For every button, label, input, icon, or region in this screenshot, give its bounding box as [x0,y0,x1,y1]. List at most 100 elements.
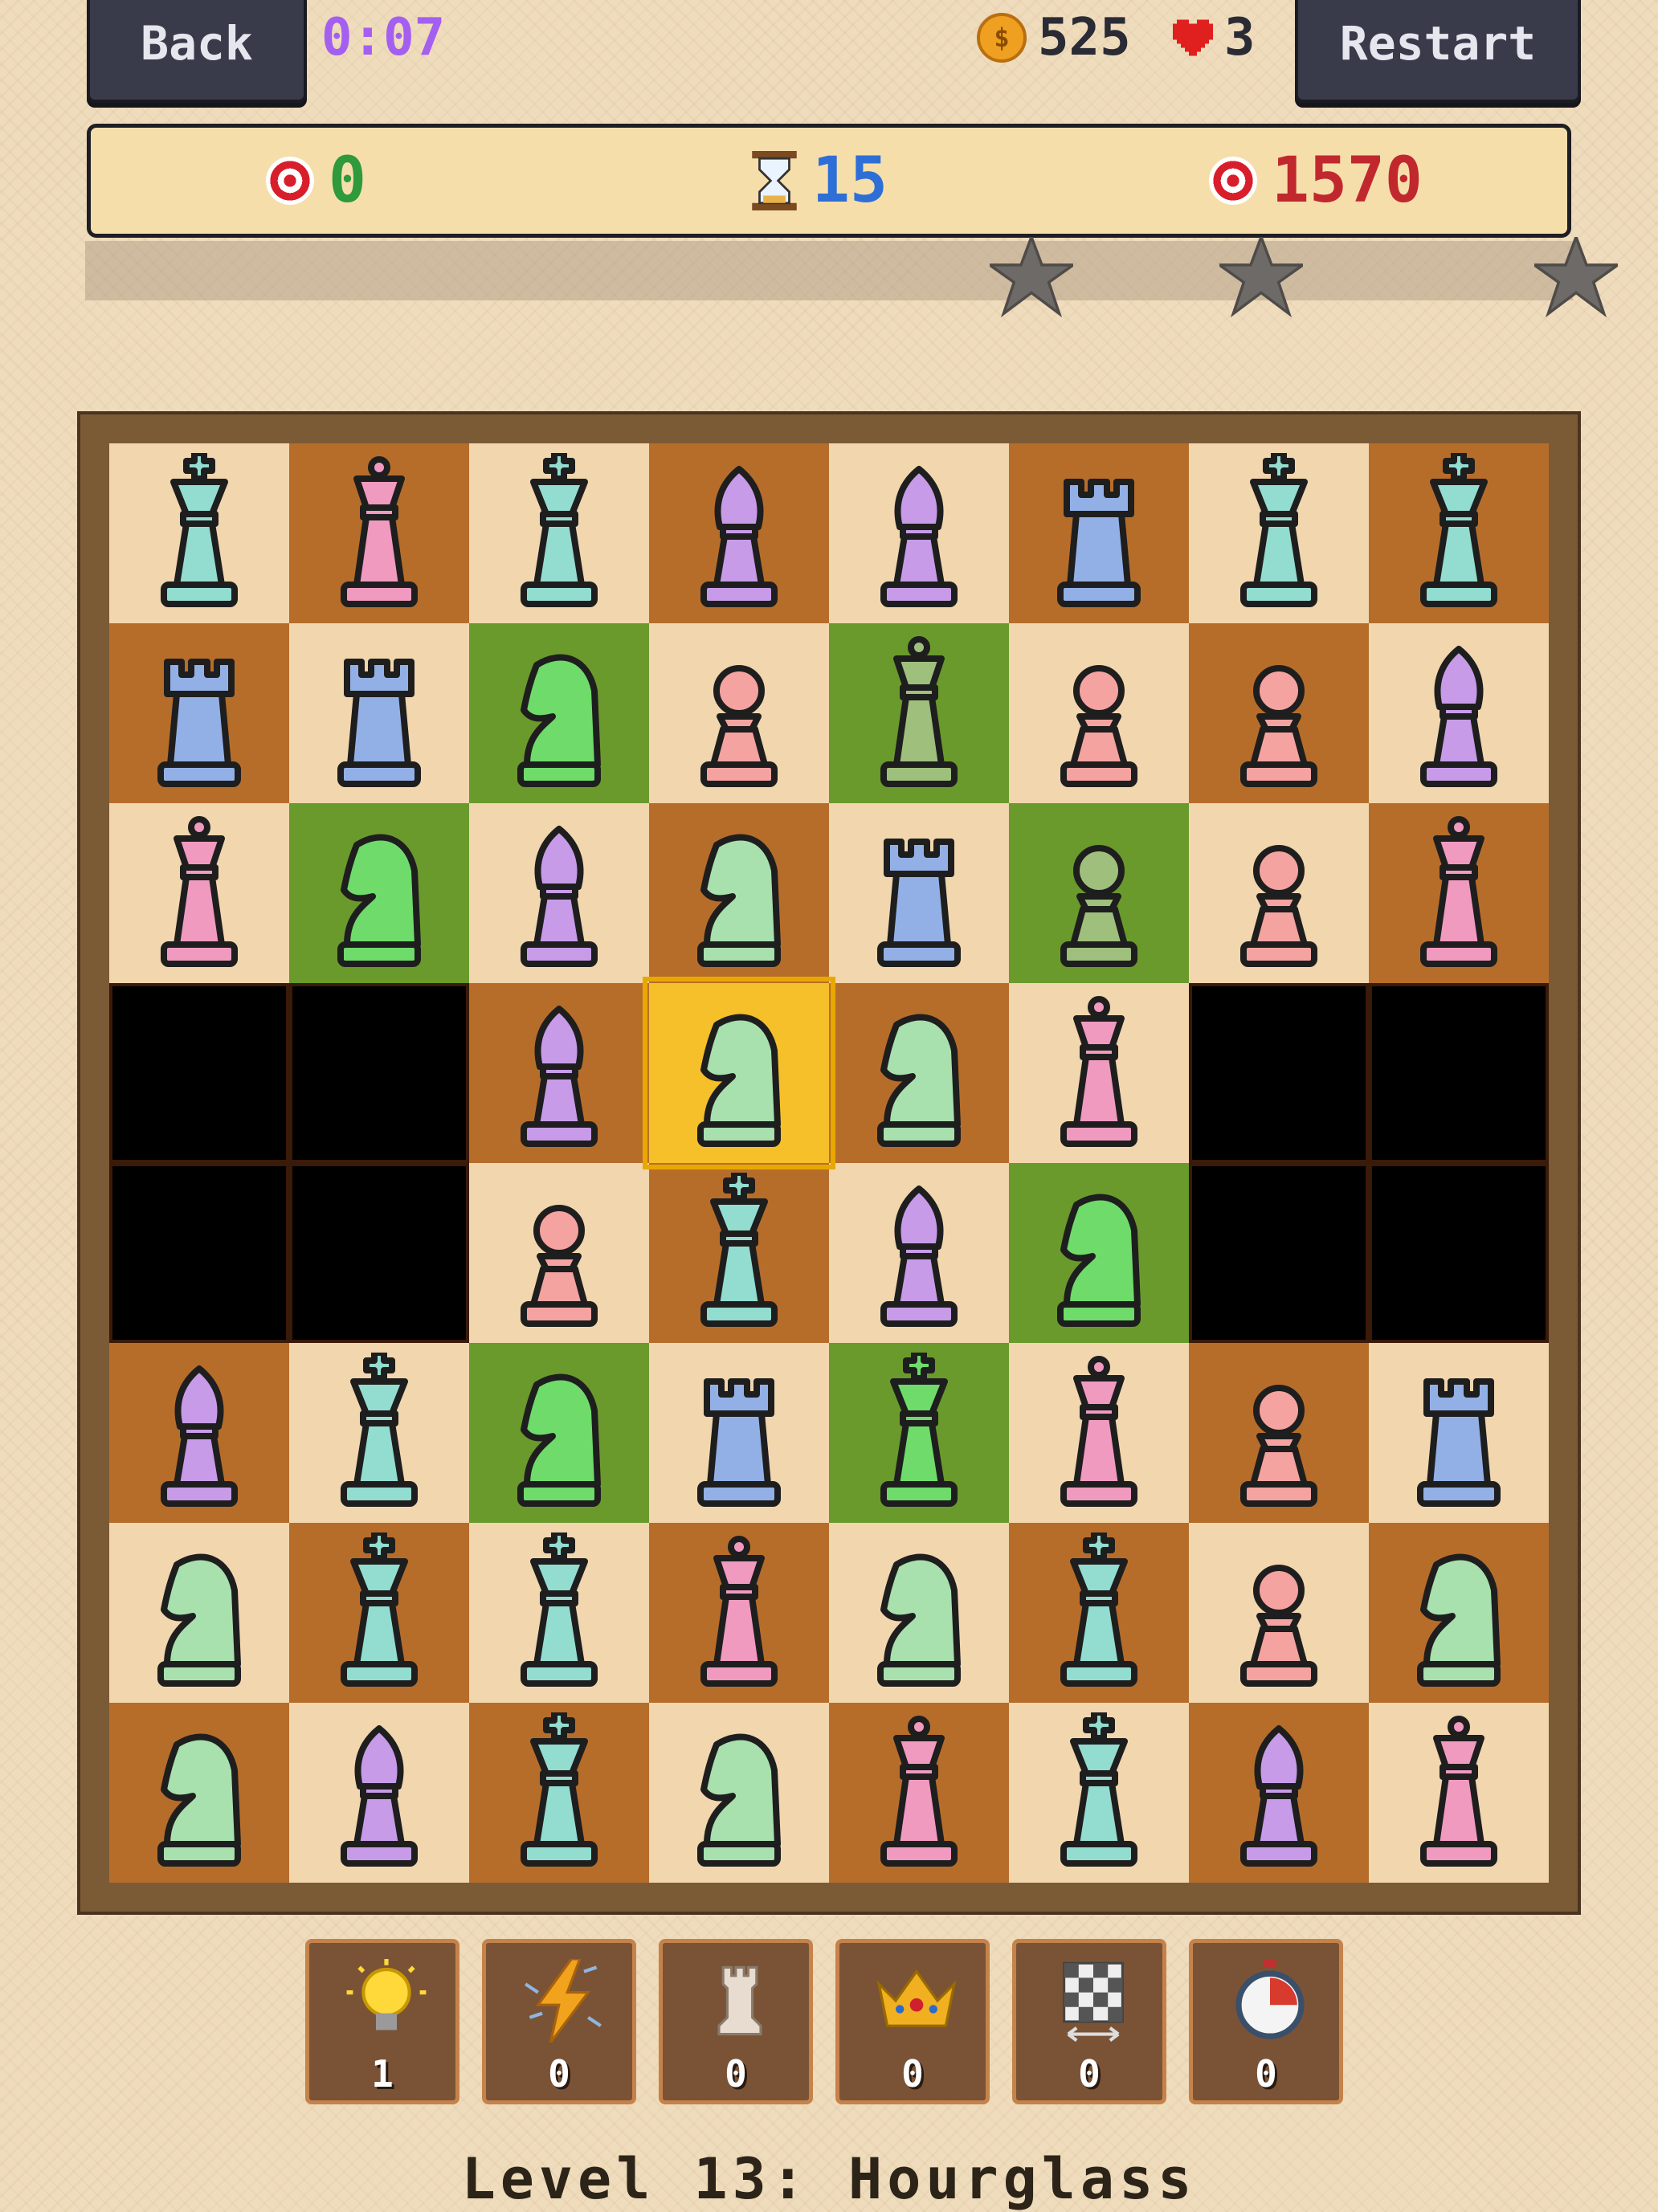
green-knight-piece [517,654,601,787]
board-cell[interactable] [1189,1523,1369,1703]
pink-queen-piece [1060,996,1137,1147]
board-cell[interactable] [649,443,829,623]
board-cell[interactable] [469,1343,649,1523]
purple-bishop-piece [880,466,958,607]
board-cell[interactable] [109,443,289,623]
board-cell[interactable] [649,1523,829,1703]
board-cell[interactable] [289,443,469,623]
board-cell[interactable] [1009,983,1189,1163]
board-cell[interactable] [1009,803,1189,983]
board-cell[interactable] [829,1163,1009,1343]
board-cell[interactable] [1189,803,1369,983]
empty-board-cell [289,983,469,1163]
board-cell[interactable] [469,803,649,983]
purple-bishop-piece [700,466,778,607]
board-cell[interactable] [109,1523,289,1703]
board-cell[interactable] [469,1523,649,1703]
board-cell[interactable] [829,983,1009,1163]
board-cell[interactable] [469,623,649,803]
hint-booster[interactable]: 1 [305,1939,459,2104]
purple-bishop-piece [161,1365,238,1507]
board-cell[interactable] [109,803,289,983]
board-cell[interactable] [469,1703,649,1883]
board-cell[interactable] [1189,623,1369,803]
booster-count: 0 [548,2052,570,2096]
rook-icon [717,1965,762,2036]
purple-bishop-piece [341,1725,418,1867]
salmon-pawn-piece [700,665,778,787]
board-cell[interactable] [1369,803,1549,983]
board-cell[interactable] [289,1343,469,1523]
lightning-booster[interactable]: 0 [482,1939,636,2104]
board-cell[interactable] [829,623,1009,803]
board-cell[interactable] [289,803,469,983]
elapsed-timer: 0:07 [321,8,446,67]
stopwatch-icon [1235,1959,1305,2039]
pink-queen-piece [1060,1356,1137,1507]
board-cell[interactable] [109,623,289,803]
board-cell[interactable] [829,1703,1009,1883]
board-cell[interactable] [1009,1163,1189,1343]
coin-counter: $ 525 [977,8,1131,67]
board-cell[interactable] [289,1703,469,1883]
board-cell[interactable] [829,1343,1009,1523]
board-cell[interactable] [109,1343,289,1523]
board-cell[interactable] [469,1163,649,1343]
stopwatch-booster[interactable]: 0 [1189,1939,1343,2104]
target-icon [1209,157,1257,205]
board-cell[interactable] [1009,623,1189,803]
board-cell[interactable] [469,983,649,1163]
pink-queen-piece [1420,816,1497,967]
back-button[interactable]: Back [87,0,307,103]
blue-rook-piece [337,659,421,787]
board-cell[interactable] [649,1343,829,1523]
booster-count: 1 [371,2052,394,2096]
board-cell[interactable] [1189,443,1369,623]
board-cell[interactable] [1189,1343,1369,1523]
selected-board-cell[interactable] [643,977,835,1169]
board-cell[interactable] [1009,1343,1189,1523]
board-cell[interactable] [649,1703,829,1883]
board-cell[interactable] [649,623,829,803]
teal-king-piece [341,1353,418,1507]
board-cell[interactable] [1369,1523,1549,1703]
crown-booster[interactable]: 0 [835,1939,990,2104]
target-score-stat: 1570 [1209,128,1423,234]
pink-queen-piece [341,456,418,607]
board-cell[interactable] [469,443,649,623]
teal-king-piece [1060,1712,1137,1867]
board-cell[interactable] [1369,1343,1549,1523]
board-cell[interactable] [1009,1703,1189,1883]
restart-button[interactable]: Restart [1295,0,1581,103]
teal-king-piece [341,1532,418,1687]
green-king-piece [880,1353,958,1507]
pink-queen-piece [161,816,238,967]
salmon-pawn-piece [1240,665,1317,787]
board-cell[interactable] [1369,1703,1549,1883]
board-cell[interactable] [649,803,829,983]
board-cell[interactable] [1369,443,1549,623]
board-cell[interactable] [829,443,1009,623]
empty-board-cell [1189,1163,1369,1343]
heart-icon [1173,19,1213,56]
board-cell[interactable] [829,803,1009,983]
board-cell[interactable] [1009,1523,1189,1703]
rook-booster[interactable]: 0 [659,1939,813,2104]
board-cell[interactable] [829,1523,1009,1703]
board-cell[interactable] [289,1523,469,1703]
coin-count: 525 [1038,8,1131,67]
board-cell[interactable] [649,1163,829,1343]
board-cell[interactable] [1369,623,1549,803]
blue-rook-piece [157,659,241,787]
board-swap-icon [1063,1961,1124,2043]
board-cell[interactable] [1009,443,1189,623]
level-title: Level 13: Hourglass [461,2146,1197,2212]
board-cell[interactable] [289,623,469,803]
mint-knight-piece [877,1553,961,1687]
mint-knight-piece [697,1733,781,1867]
board-cell[interactable] [109,1703,289,1883]
blue-rook-piece [877,839,961,967]
teal-king-piece [521,453,598,607]
board-swap-booster[interactable]: 0 [1012,1939,1166,2104]
board-cell[interactable] [1189,1703,1369,1883]
